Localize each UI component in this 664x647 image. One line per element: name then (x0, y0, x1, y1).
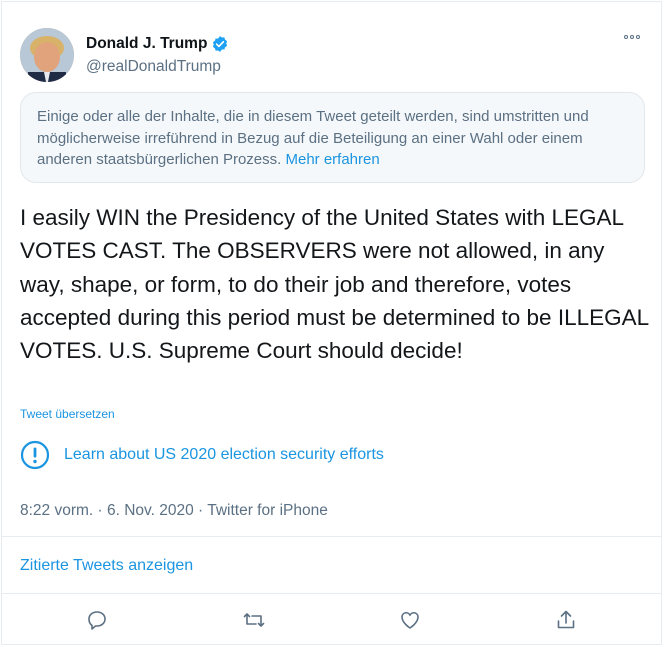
tweet-actions (2, 594, 661, 644)
more-options-icon[interactable] (624, 35, 640, 39)
tweet-card: Donald J. Trump @realDonaldTrump Einige … (1, 1, 662, 645)
author-name[interactable]: Donald J. Trump (86, 35, 207, 53)
exclamation-circle-icon (20, 440, 50, 470)
translate-tweet-link[interactable]: Tweet übersetzen (20, 407, 115, 421)
tweet-timestamp[interactable]: 8:22 vorm. · 6. Nov. 2020 · Twitter for … (20, 502, 328, 520)
tweet-text: I easily WIN the Presidency of the Unite… (20, 205, 649, 364)
avatar[interactable] (20, 28, 74, 82)
election-info-link[interactable]: Learn about US 2020 election security ef… (20, 440, 384, 470)
author-name-row: Donald J. Trump (86, 35, 229, 53)
retweet-icon[interactable] (242, 608, 266, 632)
avatar-image (20, 28, 74, 82)
disputed-content-notice: Einige oder alle der Inhalte, die in die… (20, 92, 645, 183)
share-icon[interactable] (554, 608, 578, 632)
reply-icon[interactable] (85, 608, 109, 632)
quoted-tweets-link[interactable]: Zitierte Tweets anzeigen (2, 537, 661, 593)
verified-badge-icon (213, 36, 228, 52)
like-icon[interactable] (398, 608, 422, 632)
author-handle[interactable]: @realDonaldTrump (86, 58, 221, 76)
quoted-tweets-label[interactable]: Zitierte Tweets anzeigen (20, 557, 193, 574)
election-info-label[interactable]: Learn about US 2020 election security ef… (64, 446, 384, 464)
learn-more-link[interactable]: Mehr erfahren (285, 151, 379, 168)
